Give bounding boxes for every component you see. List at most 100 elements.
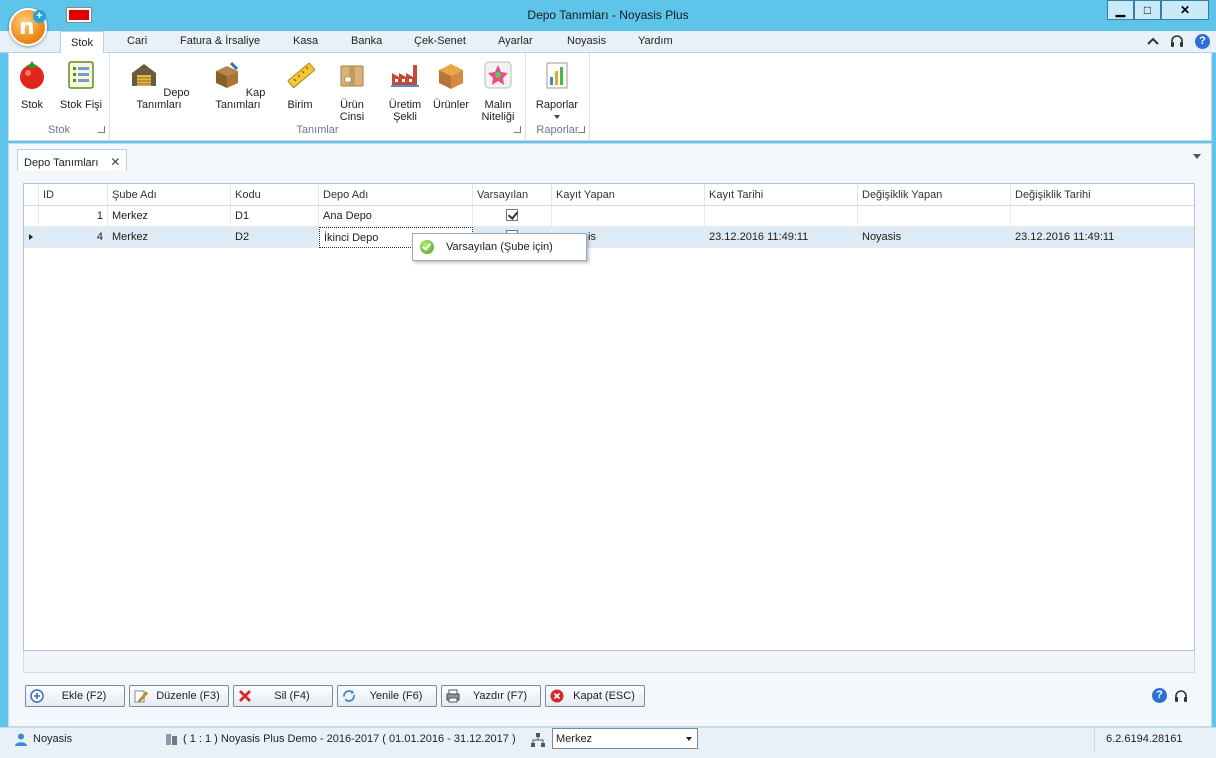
help-icon[interactable]: ?: [1152, 688, 1167, 703]
check-circle-icon: [420, 240, 434, 254]
branch-select[interactable]: Merkez: [552, 728, 698, 749]
ruler-icon: [287, 62, 316, 88]
uretim-sekli-button[interactable]: Üretim Şekli: [388, 59, 422, 123]
sil-button[interactable]: Sil (F4): [233, 685, 333, 707]
ribbon-body: Stok Stok Fişi Stok Depo Tanımları Kap T…: [8, 53, 1212, 141]
ekle-button[interactable]: Ekle (F2): [25, 685, 125, 707]
tab-noyasis[interactable]: Noyasis: [567, 35, 606, 47]
cell-kodu[interactable]: D1: [231, 206, 319, 227]
table-row[interactable]: 4 Merkez D2 İkinci Depo is 23.12.2016 11…: [24, 227, 1194, 248]
tab-cek-senet[interactable]: Çek-Senet: [414, 35, 466, 47]
app-logo[interactable]: n +: [9, 8, 47, 46]
grid-header: ID Şube Adı Kodu Depo Adı Varsayılan Kay…: [24, 184, 1194, 206]
yazdir-button[interactable]: Yazdır (F7): [441, 685, 541, 707]
column-header-kayit-yapan[interactable]: Kayıt Yapan: [552, 184, 705, 206]
column-header-varsayilan[interactable]: Varsayılan: [473, 184, 552, 206]
support-headset-icon[interactable]: [1169, 33, 1185, 49]
cell-sube-adi[interactable]: Merkez: [108, 227, 231, 248]
collapse-ribbon-icon[interactable]: [1147, 37, 1159, 45]
stok-button[interactable]: Stok: [15, 59, 49, 111]
sil-label: Sil (F4): [274, 690, 310, 702]
dialog-launcher-icon[interactable]: [578, 126, 585, 133]
column-header-degisiklik-yapan[interactable]: Değişiklik Yapan: [858, 184, 1011, 206]
doc-tab-label: Depo Tanımları: [24, 157, 99, 169]
tab-banka[interactable]: Banka: [351, 35, 382, 47]
support-headset-icon[interactable]: [1173, 688, 1189, 704]
cell-id[interactable]: 1: [39, 206, 108, 227]
cell-degisiklik-yapan[interactable]: [858, 206, 1011, 227]
close-button[interactable]: ✕: [1161, 0, 1209, 20]
maximize-button[interactable]: □: [1134, 0, 1161, 20]
depo-tanimlari-button[interactable]: Depo Tanımları: [122, 59, 196, 111]
raporlar-button[interactable]: Raporlar: [534, 59, 580, 119]
ekle-label: Ekle (F2): [61, 690, 107, 702]
tab-yardim[interactable]: Yardım: [638, 35, 673, 47]
network-branch-icon: [531, 733, 545, 747]
uretim-sekli-label: Üretim Şekli: [388, 99, 422, 123]
cell-degisiklik-yapan[interactable]: Noyasis: [858, 227, 1011, 248]
window-title: Depo Tanımları - Noyasis Plus: [527, 8, 689, 22]
cell-id[interactable]: 4: [39, 227, 108, 248]
tab-kasa[interactable]: Kasa: [293, 35, 318, 47]
birim-button[interactable]: Birim: [285, 59, 316, 111]
urun-cinsi-button[interactable]: Ürün Cinsi: [327, 59, 377, 123]
close-icon[interactable]: ✕: [110, 155, 120, 169]
ribbon-group-raporlar: Raporlar Raporlar: [526, 53, 590, 139]
grid-footer: [23, 651, 1195, 673]
cell-kodu[interactable]: D2: [231, 227, 319, 248]
cell-kayit-yapan[interactable]: [552, 206, 705, 227]
document-area: Depo Tanımları ✕ ID Şube Adı Kodu Depo Ad…: [8, 143, 1212, 727]
stok-fisi-button[interactable]: Stok Fişi: [58, 59, 104, 111]
report-chart-icon: [546, 62, 568, 89]
box-tools-icon: [215, 61, 238, 88]
urunler-button[interactable]: Ürünler: [432, 59, 470, 111]
column-header-kayit-tarihi[interactable]: Kayıt Tarihi: [705, 184, 858, 206]
kap-tanimlari-button[interactable]: Kap Tanımları: [204, 59, 272, 111]
malin-niteligi-label: Malın Niteliği: [481, 99, 515, 123]
cell-kayit-tarihi[interactable]: 23.12.2016 11:49:11: [705, 227, 858, 248]
varsayilan-checkbox[interactable]: [506, 209, 518, 221]
stok-fisi-button-label: Stok Fişi: [59, 99, 103, 111]
help-icon[interactable]: ?: [1195, 33, 1210, 49]
current-row-arrow-icon: [29, 234, 33, 240]
database-icon: [166, 734, 177, 745]
dialog-launcher-icon[interactable]: [98, 126, 105, 133]
yenile-button[interactable]: Yenile (F6): [337, 685, 437, 707]
column-header-kodu[interactable]: Kodu: [231, 184, 319, 206]
tab-stok[interactable]: Stok: [60, 31, 105, 53]
app-logo-letter: n: [19, 15, 35, 40]
tab-cari[interactable]: Cari: [127, 35, 147, 47]
cell-kayit-tarihi[interactable]: [705, 206, 858, 227]
header-indicator: [24, 184, 39, 206]
cell-depo-adi[interactable]: Ana Depo: [319, 206, 473, 227]
column-header-degisiklik-tarihi[interactable]: Değişiklik Tarihi: [1011, 184, 1195, 206]
malin-niteligi-button[interactable]: Malın Niteliği: [480, 59, 516, 123]
status-bar: Noyasis ( 1 : 1 ) Noyasis Plus Demo - 20…: [0, 727, 1216, 758]
minimize-button[interactable]: ▁: [1107, 0, 1134, 20]
status-company[interactable]: ( 1 : 1 ) Noyasis Plus Demo - 2016-2017 …: [183, 733, 516, 745]
duzenle-label: Düzenle (F3): [156, 690, 220, 702]
row-indicator[interactable]: [24, 227, 39, 248]
cell-degisiklik-tarihi[interactable]: [1011, 206, 1195, 227]
cell-sube-adi[interactable]: Merkez: [108, 206, 231, 227]
tab-fatura-irsaliye[interactable]: Fatura & İrsaliye: [180, 35, 260, 47]
row-indicator[interactable]: [24, 206, 39, 227]
tab-ayarlar[interactable]: Ayarlar: [498, 35, 533, 47]
branch-select-value: Merkez: [556, 733, 593, 745]
cell-degisiklik-tarihi[interactable]: 23.12.2016 11:49:11: [1011, 227, 1195, 248]
tab-menu-arrow-icon[interactable]: [1193, 154, 1201, 159]
menu-item-varsayilan-sube[interactable]: Varsayılan (Şube için): [446, 241, 553, 253]
dropdown-arrow-icon: [554, 115, 560, 119]
cell-varsayilan[interactable]: [473, 206, 552, 227]
kapat-button[interactable]: Kapat (ESC): [545, 685, 645, 707]
column-header-depo-adi[interactable]: Depo Adı: [319, 184, 473, 206]
column-header-id[interactable]: ID: [39, 184, 108, 206]
table-row[interactable]: 1 Merkez D1 Ana Depo: [24, 206, 1194, 227]
doc-tab-depo-tanimlari[interactable]: Depo Tanımları ✕: [17, 149, 128, 171]
duzenle-button[interactable]: Düzenle (F3): [129, 685, 229, 707]
dialog-launcher-icon[interactable]: [514, 126, 521, 133]
stok-button-label: Stok: [20, 99, 43, 111]
checklist-icon: [68, 61, 94, 89]
star-quality-icon: [484, 61, 512, 89]
column-header-sube-adi[interactable]: Şube Adı: [108, 184, 231, 206]
